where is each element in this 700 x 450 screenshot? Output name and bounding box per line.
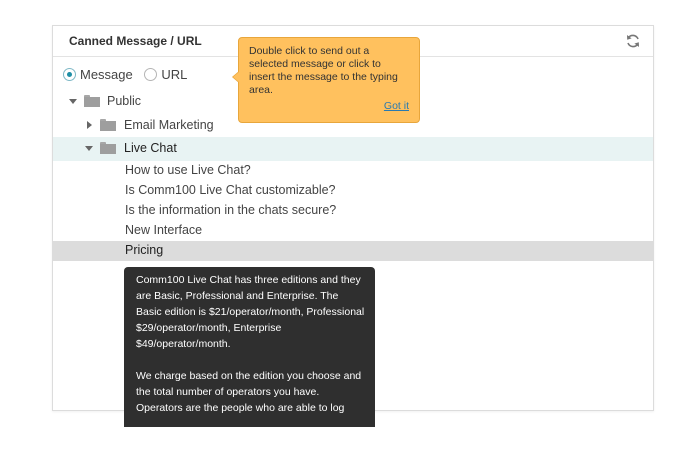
radio-message-label: Message	[80, 67, 133, 82]
tree-node-label: Public	[107, 94, 142, 108]
radio-message[interactable]: Message	[63, 67, 133, 82]
radio-url[interactable]: URL	[144, 67, 187, 82]
refresh-icon[interactable]	[625, 33, 641, 49]
hint-text: Double click to send out a selected mess…	[249, 45, 398, 96]
panel-title: Canned Message / URL	[69, 34, 202, 48]
tree-node-label: Email Marketing	[124, 118, 214, 132]
canned-message-item[interactable]: Is the information in the chats secure?	[53, 201, 653, 221]
folder-icon	[84, 95, 100, 107]
collapsed-caret-icon[interactable]	[87, 121, 92, 129]
preview-paragraph: Comm100 Live Chat has three editions and…	[136, 274, 365, 350]
folder-icon	[100, 119, 116, 131]
canned-message-item[interactable]: New Interface	[53, 221, 653, 241]
tree-node-live-chat[interactable]: Live Chat	[53, 137, 653, 161]
canned-message-item[interactable]: Is Comm100 Live Chat customizable?	[53, 181, 653, 201]
radio-url-dot[interactable]	[144, 68, 158, 81]
radio-url-label: URL	[161, 67, 188, 82]
usage-hint-tooltip: Double click to send out a selected mess…	[232, 37, 420, 123]
tree-node-label: Live Chat	[124, 141, 177, 155]
canned-message-item[interactable]: How to use Live Chat?	[53, 161, 653, 181]
expand-caret-icon[interactable]	[69, 99, 77, 104]
expand-caret-icon[interactable]	[85, 146, 93, 151]
preview-paragraph: We charge based on the edition you choos…	[136, 370, 362, 414]
radio-message-dot[interactable]	[63, 68, 76, 81]
folder-icon	[100, 142, 116, 154]
canned-message-item-selected[interactable]: Pricing	[53, 241, 653, 261]
got-it-link[interactable]: Got it	[384, 100, 409, 113]
message-type-selector: Message URL	[63, 67, 195, 84]
message-preview-tooltip: Comm100 Live Chat has three editions and…	[124, 267, 375, 427]
